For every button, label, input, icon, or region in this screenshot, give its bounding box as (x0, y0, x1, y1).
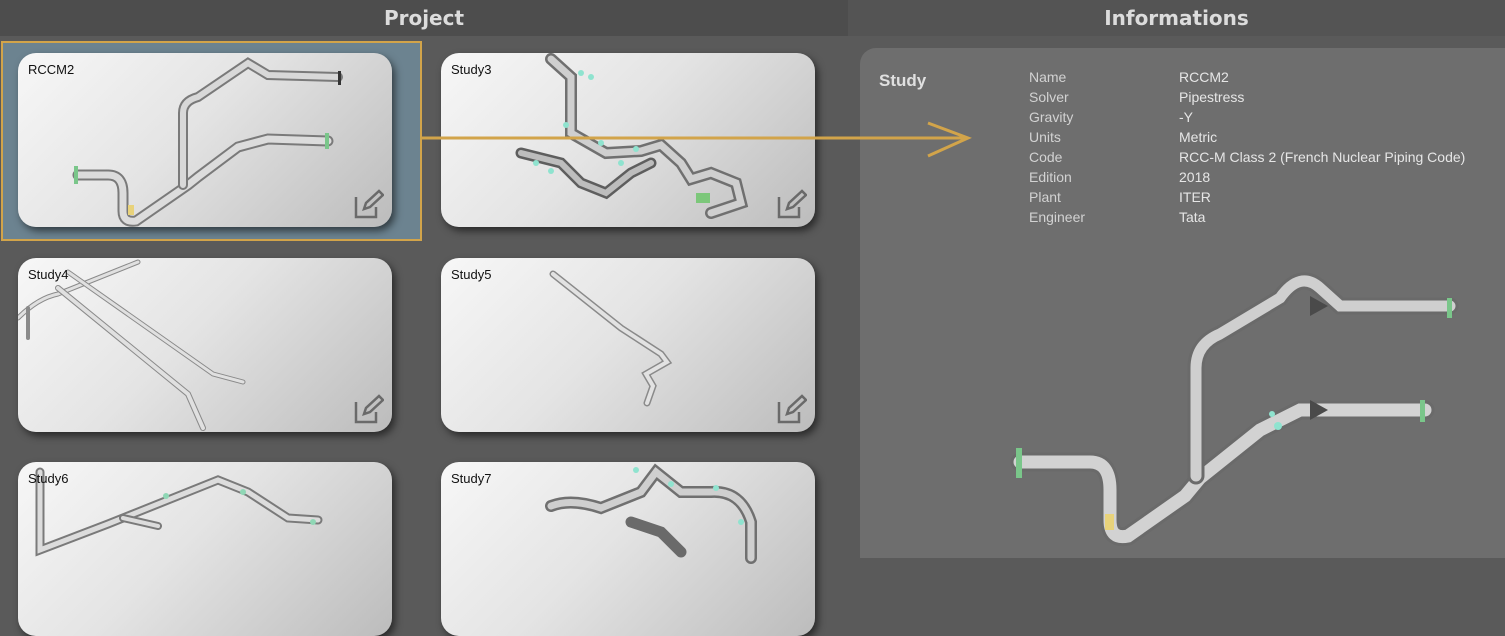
study-card-study6[interactable]: Study6 (18, 462, 392, 636)
piping-thumbnail (515, 53, 749, 219)
study-card-label: Study3 (451, 62, 492, 77)
project-header: Project (0, 0, 848, 36)
study-card-study4[interactable]: Study4 (18, 258, 392, 432)
property-row-code: Code RCC-M Class 2 (French Nuclear Piping… (1029, 149, 1466, 165)
project-title: Project (383, 6, 465, 30)
study-preview-image (1010, 272, 1459, 547)
study-card-study7[interactable]: Study7 (441, 462, 815, 636)
edit-icon[interactable] (775, 394, 807, 426)
piping-thumbnail (72, 57, 343, 227)
study-card-label: RCCM2 (28, 62, 75, 77)
study-card-label: Study6 (28, 471, 69, 486)
informations-title: Informations (1104, 6, 1249, 30)
property-row-engineer: Engineer Tata (1029, 209, 1206, 225)
edit-icon[interactable] (775, 189, 807, 221)
study-properties: Name RCCM2 Solver Pipestress Gravity -Y Uni… (1029, 69, 1465, 229)
piping-thumbnail (18, 259, 246, 431)
informations-header: Informations (848, 0, 1505, 36)
property-row-edition: Edition 2018 (1029, 169, 1211, 185)
piping-thumbnail (549, 270, 673, 407)
property-row-name: Name RCCM2 (1029, 69, 1229, 85)
study-card-study3[interactable]: Study3 (441, 53, 815, 227)
edit-icon[interactable] (352, 394, 384, 426)
study-section-label: Study (879, 71, 927, 90)
study-card-label: Study7 (451, 471, 492, 486)
property-row-plant: Plant ITER (1029, 189, 1211, 205)
study-card-label: Study5 (451, 267, 492, 282)
study-card-study5[interactable]: Study5 (441, 258, 815, 432)
property-row-solver: Solver Pipestress (1029, 89, 1245, 105)
piping-thumbnail (545, 463, 757, 564)
edit-icon[interactable] (352, 189, 384, 221)
piping-thumbnail (35, 467, 323, 557)
study-card-label: Study4 (28, 267, 69, 282)
property-row-units: Units Metric (1029, 129, 1218, 145)
property-row-gravity: Gravity -Y (1029, 109, 1193, 125)
study-card-rccm2[interactable]: RCCM2 (18, 53, 392, 227)
